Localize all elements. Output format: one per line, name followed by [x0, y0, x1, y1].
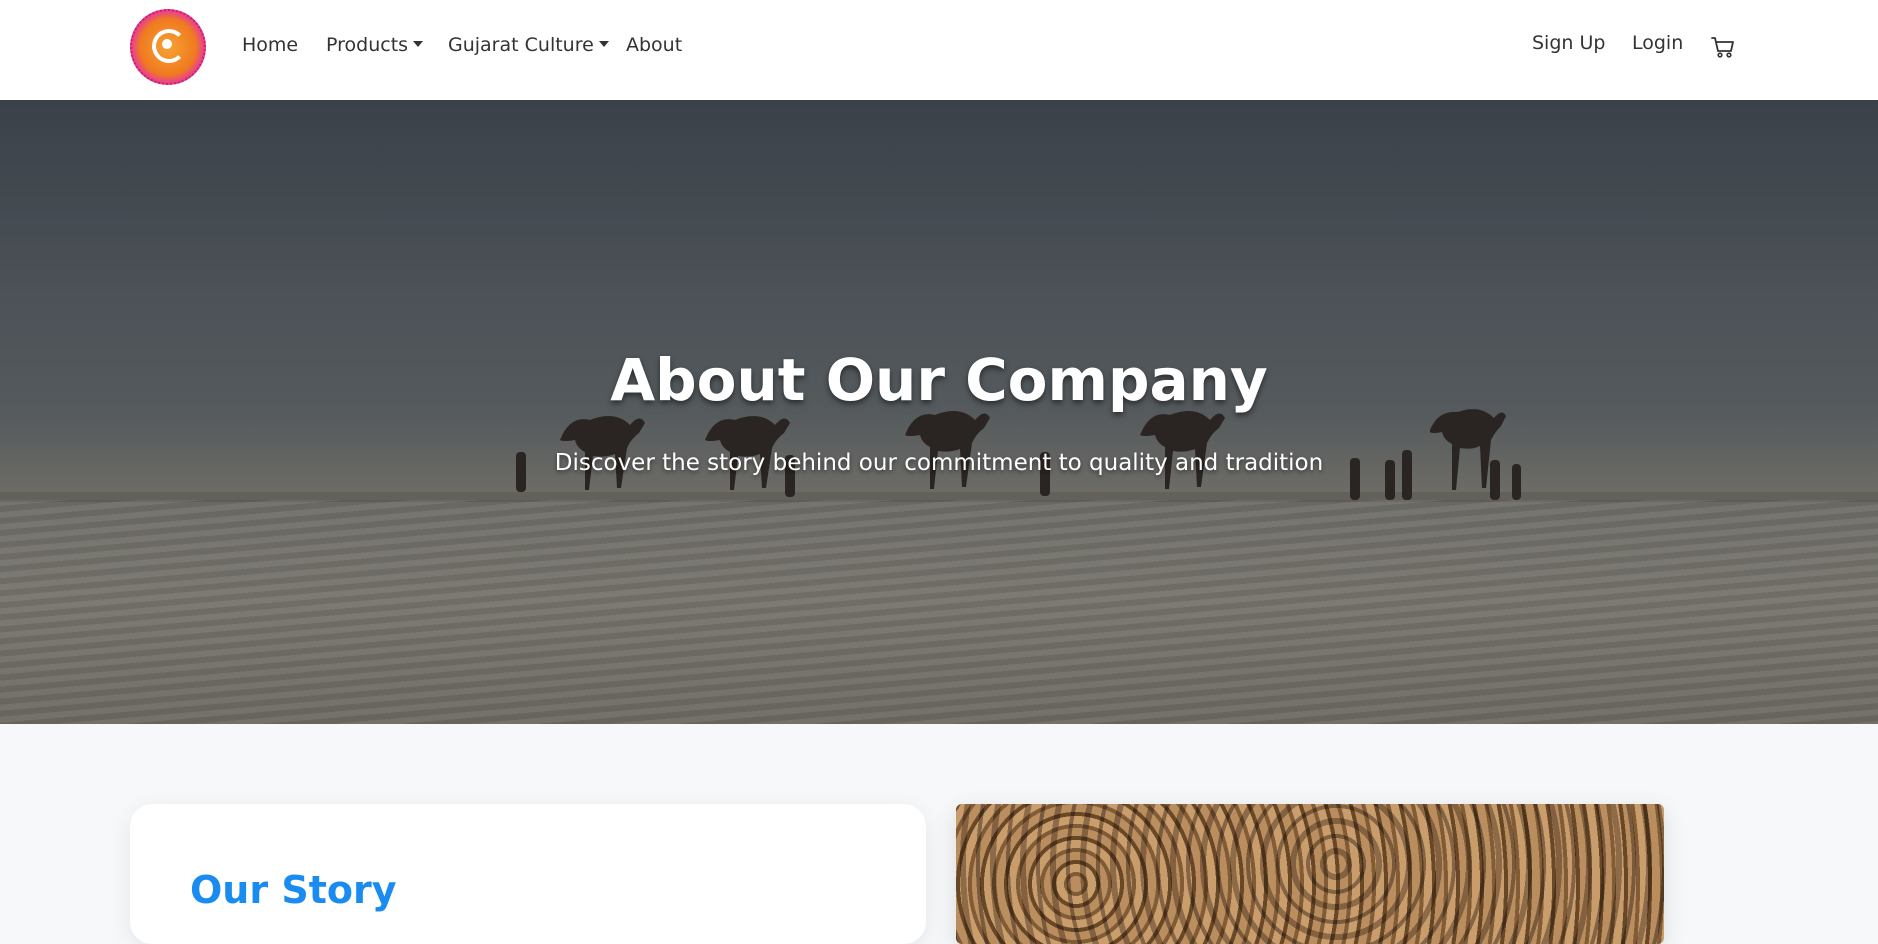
nav-products-label: Products	[326, 34, 409, 56]
wood-carving-image	[956, 804, 1664, 944]
nav-home-link[interactable]: Home	[242, 34, 298, 56]
our-story-card: Our Story	[130, 804, 926, 944]
nav-culture-label: Gujarat Culture	[448, 34, 594, 56]
gujarat-logo-icon[interactable]	[130, 9, 206, 85]
hero-title: About Our Company	[610, 346, 1268, 414]
section-title: Our Story	[190, 868, 397, 912]
chevron-down-icon	[598, 40, 609, 47]
hero-subtitle: Discover the story behind our commitment…	[554, 450, 1324, 476]
login-link[interactable]: Login	[1632, 32, 1683, 54]
cart-icon[interactable]	[1710, 34, 1736, 60]
nav-products-dropdown[interactable]: Products	[326, 34, 424, 56]
hero-banner: About Our Company Discover the story beh…	[0, 100, 1878, 724]
nav-gujarat-culture-dropdown[interactable]: Gujarat Culture	[448, 34, 609, 56]
sign-up-link[interactable]: Sign Up	[1532, 32, 1605, 54]
nav-about-link[interactable]: About	[626, 34, 682, 56]
navbar: Home Products Gujarat Culture About Sign…	[0, 0, 1878, 101]
chevron-down-icon	[413, 40, 424, 47]
